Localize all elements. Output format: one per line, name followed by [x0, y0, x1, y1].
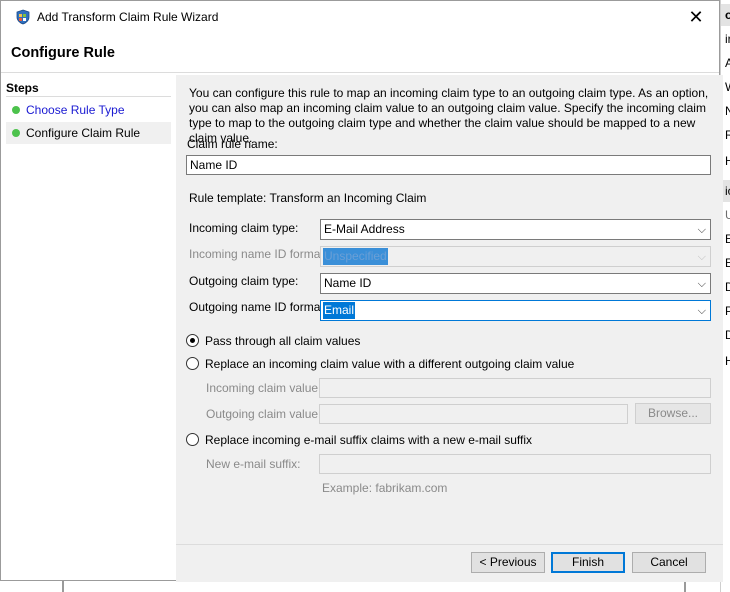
- claim-rule-name-label: Claim rule name:: [187, 137, 278, 151]
- outgoing-claim-value-input: [319, 404, 628, 424]
- close-button[interactable]: ✕: [673, 1, 719, 33]
- select-value: Unspecified: [323, 248, 388, 265]
- step-label: Choose Rule Type: [26, 103, 125, 117]
- new-suffix-input: [319, 454, 711, 474]
- background-row: H: [725, 154, 730, 168]
- steps-label: Steps: [6, 81, 39, 95]
- background-row: A: [725, 56, 730, 70]
- replace-suffix-radio[interactable]: [186, 433, 199, 446]
- replace-value-label[interactable]: Replace an incoming claim value with a d…: [205, 357, 574, 371]
- background-row: or: [725, 8, 730, 22]
- rule-template-label: Rule template: Transform an Incoming Cla…: [189, 191, 427, 205]
- cancel-button[interactable]: Cancel: [632, 552, 706, 573]
- close-icon: ✕: [688, 7, 704, 27]
- incoming-claim-value-input: [319, 378, 711, 398]
- claim-rule-name-input[interactable]: Name ID: [186, 155, 711, 175]
- replace-value-radio[interactable]: [186, 357, 199, 370]
- title-bar: Add Transform Claim Rule Wizard ✕: [1, 1, 719, 33]
- background-bottom-strip: [0, 581, 720, 592]
- select-value: Name ID: [324, 276, 372, 290]
- footer-divider: [176, 544, 723, 545]
- background-row: E: [725, 256, 730, 270]
- background-row: D: [725, 328, 730, 342]
- step-label: Configure Claim Rule: [26, 126, 141, 140]
- finish-button[interactable]: Finish: [551, 552, 625, 573]
- chevron-down-icon: ⌵: [697, 305, 706, 317]
- outgoing-name-id-format-select[interactable]: Email ⌵: [320, 300, 711, 321]
- chevron-down-icon: ⌵: [697, 251, 706, 263]
- step-choose-rule-type[interactable]: Choose Rule Type: [6, 99, 171, 121]
- new-suffix-label: New e-mail suffix:: [206, 457, 301, 471]
- steps-divider: [6, 96, 171, 97]
- background-divider: [684, 581, 686, 592]
- background-row: ir: [725, 32, 730, 46]
- step-configure-claim-rule: Configure Claim Rule: [6, 122, 171, 144]
- wizard-dialog: Add Transform Claim Rule Wizard ✕ Config…: [0, 0, 723, 582]
- background-row: H: [725, 354, 730, 368]
- background-row: D: [725, 280, 730, 294]
- background-row: R: [725, 128, 730, 142]
- header-divider: [1, 72, 719, 73]
- wizard-shield-icon: [15, 9, 31, 25]
- step-status-dot-icon: [12, 106, 20, 114]
- page-header: Configure Rule: [1, 33, 719, 73]
- background-divider: [62, 581, 64, 592]
- pass-through-label[interactable]: Pass through all claim values: [205, 334, 360, 348]
- content-pane: You can configure this rule to map an in…: [176, 75, 723, 582]
- page-title: Configure Rule: [11, 45, 115, 61]
- background-row: N: [725, 104, 730, 118]
- incoming-name-id-format-select: Unspecified ⌵: [320, 246, 711, 267]
- window-title: Add Transform Claim Rule Wizard: [37, 10, 219, 24]
- background-row: U: [725, 208, 730, 222]
- replace-suffix-label[interactable]: Replace incoming e-mail suffix claims wi…: [205, 433, 532, 447]
- example-text: Example: fabrikam.com: [322, 481, 448, 495]
- background-row: io: [725, 184, 730, 198]
- browse-button: Browse...: [635, 403, 711, 424]
- incoming-claim-value-label: Incoming claim value:: [206, 381, 322, 395]
- chevron-down-icon: ⌵: [697, 224, 706, 236]
- select-value: E-Mail Address: [324, 222, 405, 236]
- incoming-claim-type-label: Incoming claim type:: [189, 221, 299, 235]
- background-row: W: [725, 80, 730, 94]
- outgoing-name-id-format-label: Outgoing name ID format:: [189, 300, 328, 314]
- outgoing-claim-type-select[interactable]: Name ID ⌵: [320, 273, 711, 294]
- background-row: P: [725, 304, 730, 318]
- step-status-dot-icon: [12, 129, 20, 137]
- select-value: Email: [323, 302, 356, 319]
- outgoing-claim-value-label: Outgoing claim value:: [206, 407, 322, 421]
- outgoing-claim-type-label: Outgoing claim type:: [189, 274, 299, 288]
- incoming-claim-type-select[interactable]: E-Mail Address ⌵: [320, 219, 711, 240]
- pass-through-radio[interactable]: [186, 334, 199, 347]
- incoming-name-id-format-label: Incoming name ID format:: [189, 247, 328, 261]
- background-row: E: [725, 232, 730, 246]
- previous-button[interactable]: < Previous: [471, 552, 545, 573]
- chevron-down-icon: ⌵: [697, 278, 706, 290]
